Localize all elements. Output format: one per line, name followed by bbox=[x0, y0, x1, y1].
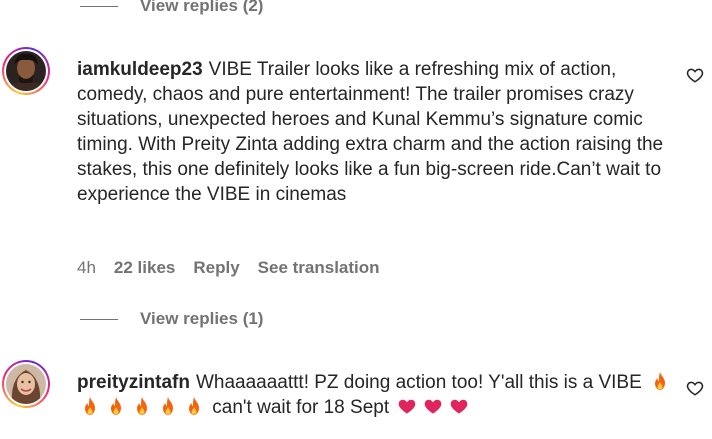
comments-panel: View replies (2) iamkuldeep23 VIBE Traile… bbox=[0, 0, 712, 439]
fire-emoji-icon bbox=[137, 397, 147, 415]
comment-username[interactable]: iamkuldeep23 bbox=[77, 59, 203, 80]
view-replies-comment1[interactable]: View replies (1) bbox=[80, 309, 263, 329]
like-heart-icon[interactable] bbox=[686, 379, 704, 397]
comment-meta: 4h 22 likes Reply See translation bbox=[77, 258, 380, 278]
fire-emoji-icon bbox=[163, 397, 173, 415]
see-translation-button[interactable]: See translation bbox=[258, 258, 380, 278]
fire-emoji-icon bbox=[189, 397, 199, 415]
reply-button[interactable]: Reply bbox=[193, 258, 239, 278]
avatar-image bbox=[6, 51, 46, 91]
heart-emoji-icon bbox=[399, 399, 416, 414]
comment-text: preityzintafn Whaaaaaattt! PZ doing actio… bbox=[77, 370, 677, 420]
comment-text: iamkuldeep23 VIBE Trailer looks like a re… bbox=[77, 57, 677, 207]
comment-username[interactable]: preityzintafn bbox=[77, 372, 190, 393]
view-replies-top[interactable]: View replies (2) bbox=[80, 0, 263, 16]
likes-count[interactable]: 22 likes bbox=[114, 258, 175, 278]
view-replies-label[interactable]: View replies (2) bbox=[140, 0, 263, 16]
heart-emoji-icon bbox=[425, 399, 442, 414]
fire-emoji-icon bbox=[111, 397, 121, 415]
replies-divider bbox=[80, 5, 118, 7]
heart-emoji-group bbox=[394, 397, 472, 418]
avatar[interactable] bbox=[2, 360, 50, 408]
fire-emoji-icon bbox=[85, 397, 95, 415]
comment-content-tail: can't wait for 18 Sept bbox=[212, 397, 390, 418]
avatar-image bbox=[6, 364, 46, 404]
view-replies-label[interactable]: View replies (1) bbox=[140, 309, 263, 329]
comment-content: Whaaaaaattt! PZ doing action too! Y'all … bbox=[195, 372, 642, 393]
avatar[interactable] bbox=[2, 47, 50, 95]
fire-emoji-icon bbox=[655, 372, 666, 390]
comment-content: VIBE Trailer looks like a refreshing mix… bbox=[77, 59, 664, 205]
heart-emoji-icon bbox=[451, 399, 468, 414]
comment-time: 4h bbox=[77, 258, 96, 277]
replies-divider bbox=[80, 318, 118, 320]
like-heart-icon[interactable] bbox=[686, 66, 704, 84]
